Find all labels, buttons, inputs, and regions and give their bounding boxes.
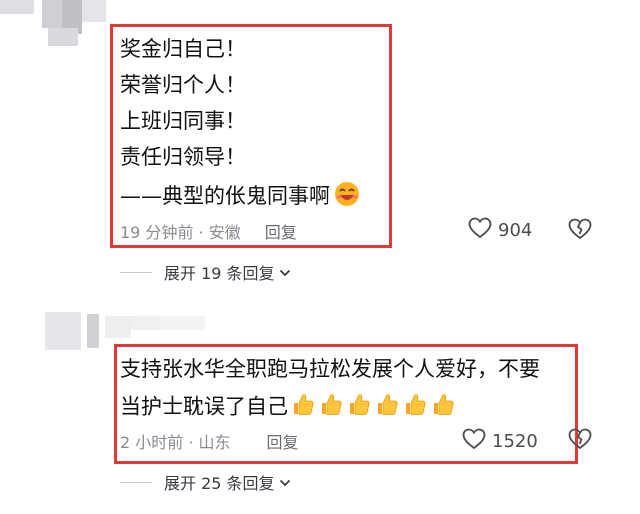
comment-1-expand-replies[interactable]: 展开 19 条回复 [120, 260, 291, 284]
thumbs-up-icon [347, 392, 372, 423]
comment-2-line-2: 当护士耽误了自己 [120, 392, 456, 423]
comment-2-like-button[interactable]: 1520 [462, 428, 538, 455]
comment-1-line-5: ——典型的伥鬼同事啊 [120, 181, 360, 213]
laughing-face-icon [334, 181, 360, 213]
comment-2-expand-replies[interactable]: 展开 25 条回复 [120, 470, 291, 494]
comment-1-meta: 19 分钟前 · 安徽 回复 [120, 219, 297, 243]
comment-2-time-location: 2 小时前 · 山东 [120, 433, 231, 452]
thumbs-up-icon [291, 392, 316, 423]
comment-1-like-button[interactable]: 904 [468, 217, 532, 244]
divider [120, 271, 152, 273]
comment-1-like-count: 904 [498, 220, 533, 241]
comment-1-line-2: 荣誉归个人！ [120, 73, 246, 97]
heart-icon [468, 217, 492, 244]
comment-2-expand-label: 展开 25 条回复 [164, 474, 275, 493]
chevron-down-icon [279, 473, 291, 492]
heart-icon [462, 428, 486, 455]
avatar-blurred-1 [0, 0, 110, 48]
comment-2-line-2-text: 当护士耽误了自己 [120, 394, 288, 419]
broken-heart-icon [568, 218, 592, 244]
comment-1-time-location: 19 分钟前 · 安徽 [120, 223, 241, 242]
thumbs-up-icon [375, 392, 400, 423]
comment-1-line-3: 上班归同事！ [120, 109, 246, 133]
broken-heart-icon [568, 428, 592, 454]
comment-2-reply-button[interactable]: 回复 [267, 433, 299, 452]
thumbs-up-icon [431, 392, 456, 423]
comment-2-dislike-button[interactable] [568, 428, 592, 454]
thumbs-up-icon [319, 392, 344, 423]
comment-2-line-1: 支持张水华全职跑马拉松发展个人爱好，不要 [120, 357, 540, 381]
comment-2-meta: 2 小时前 · 山东 回复 [120, 429, 299, 453]
comment-1-line-1: 奖金归自己！ [120, 37, 246, 61]
chevron-down-icon [279, 263, 291, 282]
comment-1-reply-button[interactable]: 回复 [265, 223, 297, 242]
comment-1-dislike-button[interactable] [568, 218, 592, 244]
comment-1-line-5-text: ——典型的伥鬼同事啊 [120, 184, 330, 208]
thumbs-up-icon [403, 392, 428, 423]
comment-2-like-count: 1520 [492, 431, 538, 452]
comment-1-line-4: 责任归领导！ [120, 145, 246, 169]
divider [120, 481, 152, 483]
comment-1-expand-label: 展开 19 条回复 [164, 264, 275, 283]
